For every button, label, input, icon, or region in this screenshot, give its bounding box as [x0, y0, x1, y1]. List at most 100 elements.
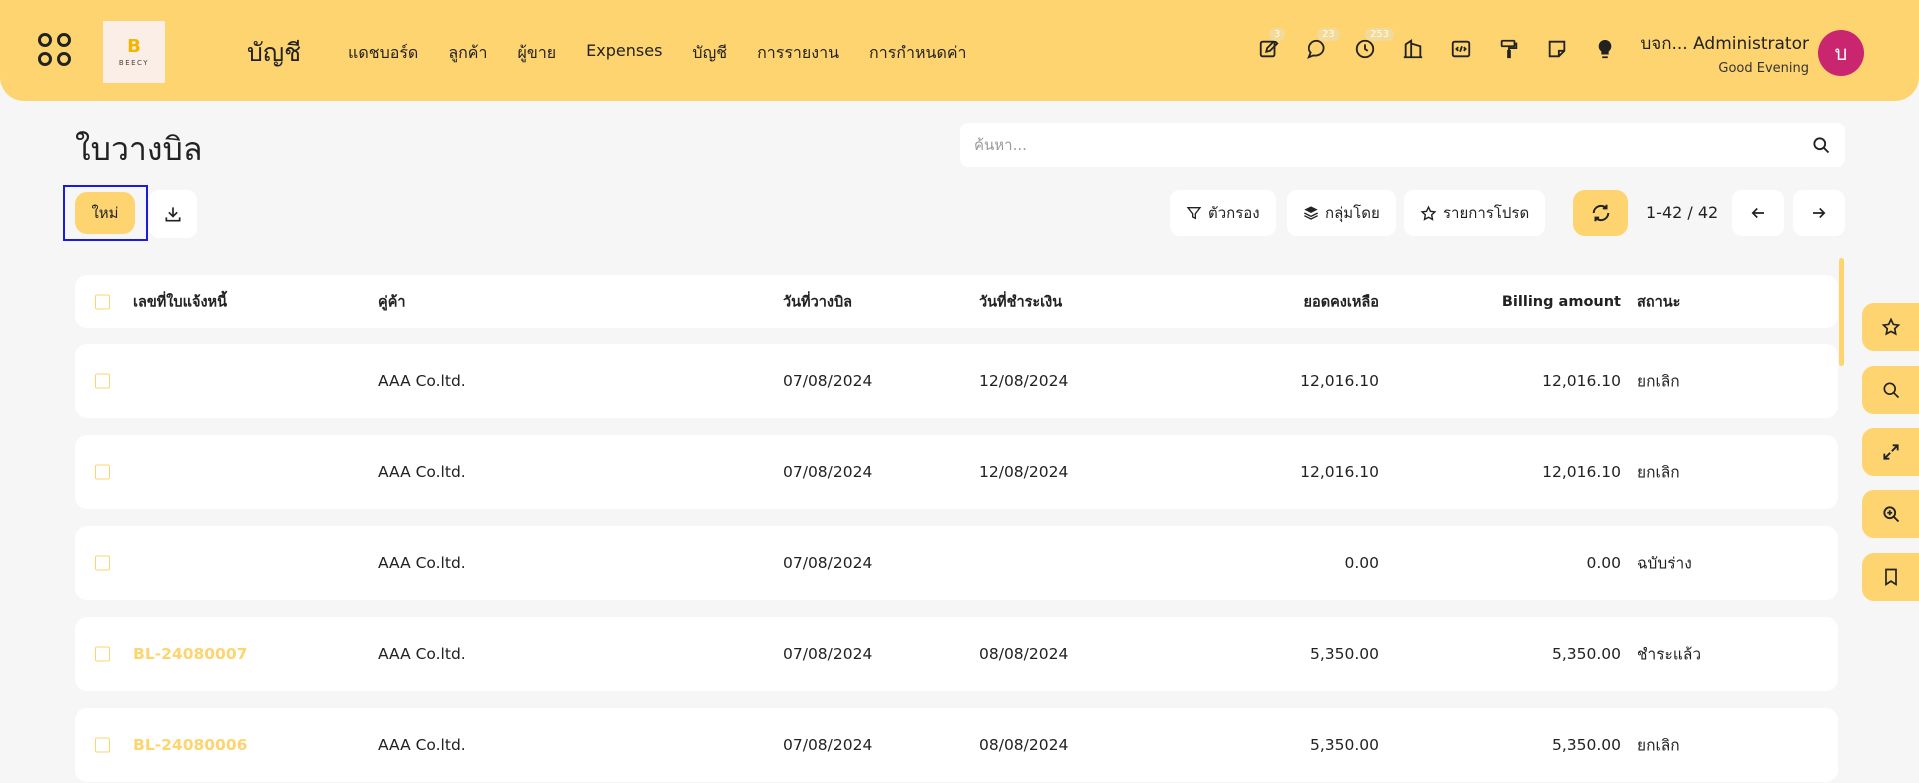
table-row[interactable]: BL-24080006 AAA Co.ltd. 07/08/2024 08/08… — [75, 708, 1838, 782]
row-checkbox[interactable] — [95, 373, 110, 389]
row-bill-date: 07/08/2024 — [783, 554, 873, 572]
edit-note-icon[interactable]: 3 — [1256, 28, 1286, 61]
app-title[interactable]: บัญชี — [247, 33, 301, 73]
column-header-partner[interactable]: คู่ค้า — [378, 290, 406, 313]
row-bill-date: 07/08/2024 — [783, 372, 873, 390]
menu-item-configuration[interactable]: การกำหนดค่า — [869, 41, 967, 66]
column-header-bill-date[interactable]: วันที่วางบิล — [783, 290, 852, 313]
filter-button[interactable]: ตัวกรอง — [1170, 190, 1276, 236]
row-partner: AAA Co.ltd. — [378, 554, 466, 572]
row-number-link[interactable]: BL-24080006 — [133, 736, 247, 754]
side-favorite-button[interactable] — [1862, 303, 1919, 351]
side-zoom-button[interactable] — [1862, 490, 1919, 538]
column-header-amount[interactable]: Billing amount — [1502, 294, 1621, 310]
row-checkbox[interactable] — [95, 737, 110, 753]
select-all-checkbox[interactable] — [95, 294, 110, 309]
row-amount: 0.00 — [1586, 554, 1621, 572]
favorites-button[interactable]: รายการโปรด — [1404, 190, 1546, 236]
row-due-date: 08/08/2024 — [979, 736, 1069, 754]
row-amount: 12,016.10 — [1542, 463, 1621, 481]
menu-item-accounting[interactable]: บัญชี — [692, 41, 727, 66]
new-button[interactable]: ใหม่ — [75, 192, 135, 234]
menu-item-customers[interactable]: ลูกค้า — [448, 41, 487, 66]
pager-value[interactable]: 1-42 / 42 — [1646, 203, 1718, 222]
row-partner: AAA Co.ltd. — [378, 645, 466, 663]
groupby-button[interactable]: กลุ่มโดย — [1287, 190, 1396, 236]
refresh-button[interactable] — [1573, 190, 1628, 236]
filter-icon — [1186, 207, 1202, 220]
bookmark-icon — [1885, 568, 1897, 587]
code-icon[interactable] — [1448, 36, 1473, 61]
row-due-date: 12/08/2024 — [979, 463, 1069, 481]
logo-text: BEECY — [118, 58, 150, 67]
menu-item-dashboard[interactable]: แดชบอร์ด — [348, 41, 418, 66]
chat-icon[interactable]: 23 — [1304, 28, 1340, 61]
table-header: เลขที่ใบแจ้งหนี้ คู่ค้า วันที่วางบิล วัน… — [75, 275, 1838, 328]
side-bookmark-button[interactable] — [1862, 553, 1919, 601]
bulb-icon[interactable] — [1592, 36, 1617, 61]
table-row[interactable]: AAA Co.ltd. 07/08/2024 12/08/2024 12,016… — [75, 344, 1838, 418]
row-status: ยกเลิก — [1637, 372, 1680, 391]
layers-icon — [1304, 206, 1318, 220]
clock-icon[interactable]: 253 — [1352, 28, 1395, 61]
menu-item-expenses[interactable]: Expenses — [586, 41, 662, 66]
logo-mark: B — [127, 35, 141, 57]
arrow-left-icon — [1751, 207, 1764, 219]
row-checkbox[interactable] — [95, 555, 110, 571]
expand-icon — [1883, 444, 1899, 460]
arrow-right-icon — [1813, 207, 1826, 219]
row-bill-date: 07/08/2024 — [783, 463, 873, 481]
apps-menu-icon[interactable] — [38, 33, 74, 69]
row-bill-date: 07/08/2024 — [783, 645, 873, 663]
star-icon — [1881, 317, 1901, 336]
row-balance: 5,350.00 — [1309, 736, 1379, 754]
favorites-label: รายการโปรด — [1443, 204, 1530, 222]
row-amount: 5,350.00 — [1551, 645, 1621, 663]
list-scrollbar[interactable] — [1839, 258, 1844, 366]
export-button[interactable] — [149, 190, 197, 238]
row-status: ชำระแล้ว — [1637, 645, 1702, 664]
column-header-number[interactable]: เลขที่ใบแจ้งหนี้ — [133, 290, 227, 313]
row-bill-date: 07/08/2024 — [783, 736, 873, 754]
refresh-icon — [1592, 204, 1609, 222]
avatar[interactable]: บ — [1818, 30, 1864, 76]
user-name: บจก... Administrator — [1640, 34, 1809, 54]
row-number-link[interactable]: BL-24080007 — [133, 645, 247, 663]
pager-previous-button[interactable] — [1732, 190, 1784, 236]
download-icon — [165, 207, 181, 222]
zoom-in-icon — [1883, 506, 1900, 523]
user-greeting: Good Evening — [1718, 61, 1809, 76]
table-row[interactable]: BL-24080007 AAA Co.ltd. 07/08/2024 08/08… — [75, 617, 1838, 691]
row-amount: 12,016.10 — [1542, 372, 1621, 390]
row-status: ยกเลิก — [1637, 736, 1680, 755]
pager-next-button[interactable] — [1793, 190, 1845, 236]
side-search-button[interactable] — [1862, 366, 1919, 414]
top-navbar: B BEECY บัญชี แดชบอร์ด ลูกค้า ผู้ขาย Exp… — [0, 0, 1919, 101]
row-balance: 0.00 — [1344, 554, 1379, 572]
side-expand-button[interactable] — [1862, 428, 1919, 476]
chat-badge: 23 — [1317, 28, 1340, 41]
column-header-status[interactable]: สถานะ — [1637, 290, 1680, 313]
table-row[interactable]: AAA Co.ltd. 07/08/2024 0.00 0.00 ฉบับร่า… — [75, 526, 1838, 600]
row-status: ยกเลิก — [1637, 463, 1680, 482]
paint-roller-icon[interactable] — [1496, 36, 1521, 61]
building-icon[interactable] — [1400, 36, 1425, 61]
menu-item-vendors[interactable]: ผู้ขาย — [518, 41, 557, 66]
row-balance: 12,016.10 — [1300, 372, 1379, 390]
row-checkbox[interactable] — [95, 646, 110, 662]
user-menu[interactable]: บจก... Administrator Good Evening — [1640, 30, 1809, 76]
company-logo[interactable]: B BEECY — [103, 21, 165, 83]
column-header-due-date[interactable]: วันที่ชำระเงิน — [979, 290, 1062, 313]
row-status: ฉบับร่าง — [1637, 554, 1692, 573]
row-partner: AAA Co.ltd. — [378, 736, 466, 754]
row-checkbox[interactable] — [95, 464, 110, 480]
menu-item-reporting[interactable]: การรายงาน — [757, 41, 839, 66]
main-menu: แดชบอร์ด ลูกค้า ผู้ขาย Expenses บัญชี กา… — [348, 41, 967, 66]
search-icon — [1883, 382, 1900, 399]
edit-note-badge: 3 — [1269, 28, 1286, 41]
search-icon[interactable] — [1811, 135, 1831, 155]
search-input[interactable] — [974, 133, 1794, 157]
sticky-note-icon[interactable] — [1544, 36, 1569, 61]
table-row[interactable]: AAA Co.ltd. 07/08/2024 12/08/2024 12,016… — [75, 435, 1838, 509]
column-header-balance[interactable]: ยอดคงเหลือ — [1303, 290, 1379, 313]
